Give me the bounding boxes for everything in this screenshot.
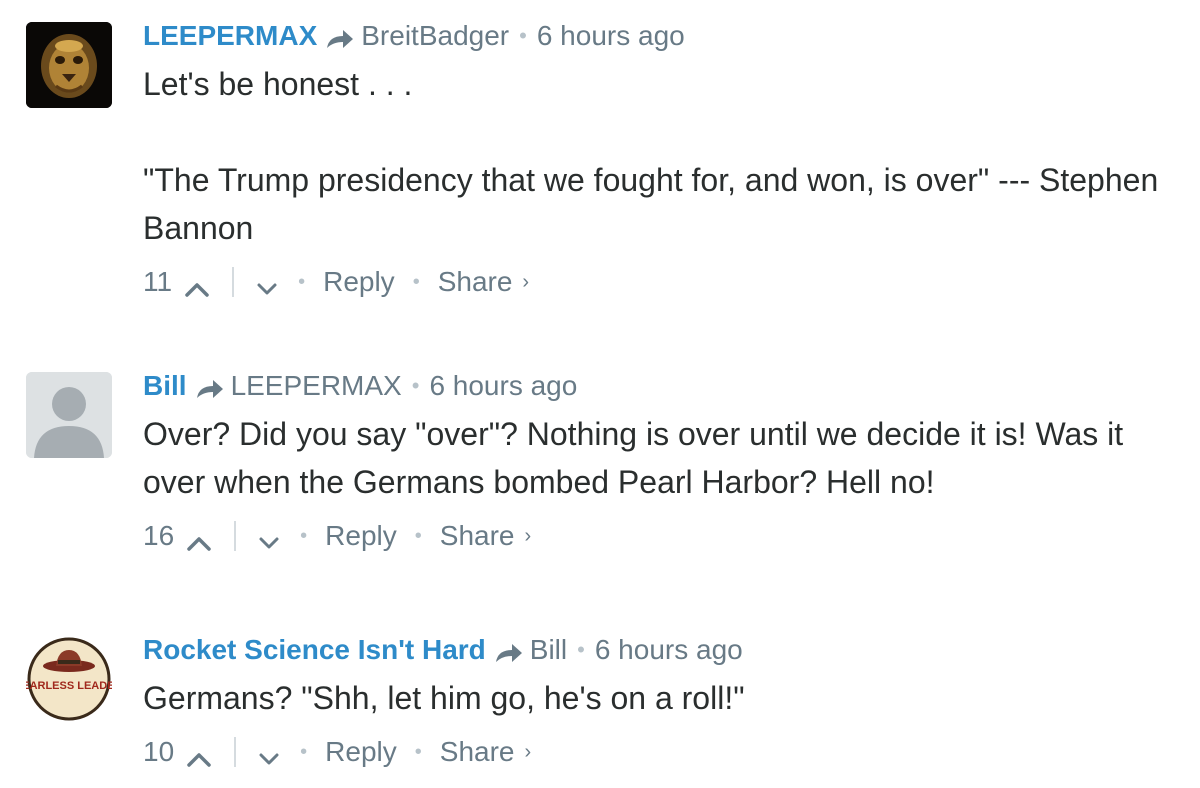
comment-header: LEEPERMAX BreitBadger • 6 hours ago: [143, 20, 1183, 52]
share-button[interactable]: Share: [438, 266, 513, 298]
comment-body: Let's be honest . . . "The Trump preside…: [143, 60, 1183, 252]
footer-separator: •: [414, 524, 422, 547]
comment-paragraph: Let's be honest . . .: [143, 66, 413, 102]
share-chevron-icon: ›: [524, 524, 532, 547]
share-button[interactable]: Share: [440, 520, 515, 552]
comment-content: Bill LEEPERMAX • 6 hours ago Over? Did y…: [143, 370, 1183, 556]
vote-divider: [234, 737, 237, 767]
lion-head-avatar-icon[interactable]: [26, 22, 112, 108]
downvote-icon[interactable]: [254, 273, 280, 295]
downvote-icon[interactable]: [256, 527, 282, 549]
vote-count: 16: [143, 520, 175, 551]
share-button[interactable]: Share: [440, 736, 515, 768]
reply-button[interactable]: Reply: [325, 736, 397, 768]
parent-author-link[interactable]: LEEPERMAX: [231, 370, 402, 402]
reply-arrow-icon: [325, 25, 355, 48]
vote-divider: [234, 521, 237, 551]
footer-separator: •: [300, 524, 308, 547]
comment-footer: 10 • Reply • Share ›: [143, 732, 1183, 772]
comment-header: Rocket Science Isn't Hard Bill • 6 hours…: [143, 634, 1183, 666]
reply-arrow-icon: [195, 375, 225, 398]
upvote-icon[interactable]: [184, 273, 210, 297]
author-name-link[interactable]: Rocket Science Isn't Hard: [143, 634, 486, 666]
parent-author-link[interactable]: BreitBadger: [361, 20, 509, 52]
comment-paragraph: Germans? "Shh, let him go, he's on a rol…: [143, 680, 745, 716]
footer-separator: •: [300, 740, 308, 763]
vote-count: 11: [143, 266, 173, 297]
upvote-icon[interactable]: [186, 527, 212, 551]
comment-content: LEEPERMAX BreitBadger • 6 hours ago Let'…: [143, 20, 1183, 302]
footer-separator: •: [412, 270, 420, 293]
author-name-link[interactable]: LEEPERMAX: [143, 20, 317, 52]
fearless-leader-badge-icon[interactable]: FEARLESS LEADER: [26, 636, 112, 722]
default-user-avatar-icon[interactable]: [26, 372, 112, 458]
badge-text: FEARLESS LEADER: [26, 680, 112, 692]
comment-content: Rocket Science Isn't Hard Bill • 6 hours…: [143, 634, 1183, 772]
reply-button[interactable]: Reply: [325, 520, 397, 552]
meta-separator: •: [411, 373, 420, 398]
timestamp-link[interactable]: 6 hours ago: [595, 634, 743, 666]
timestamp-link[interactable]: 6 hours ago: [537, 20, 685, 52]
upvote-icon[interactable]: [186, 743, 212, 767]
reply-arrow-icon: [494, 639, 524, 662]
comment-paragraph: Over? Did you say "over"? Nothing is ove…: [143, 416, 1124, 500]
share-chevron-icon: ›: [524, 740, 532, 763]
comment-header: Bill LEEPERMAX • 6 hours ago: [143, 370, 1183, 402]
downvote-icon[interactable]: [256, 743, 282, 765]
vote-divider: [232, 267, 235, 297]
comment-body: Germans? "Shh, let him go, he's on a rol…: [143, 674, 1183, 722]
parent-author-link[interactable]: Bill: [530, 634, 567, 666]
timestamp-link[interactable]: 6 hours ago: [429, 370, 577, 402]
share-chevron-icon: ›: [522, 270, 530, 293]
comment-paragraph: "The Trump presidency that we fought for…: [143, 162, 1159, 246]
meta-separator: •: [577, 637, 585, 662]
footer-separator: •: [414, 740, 422, 763]
author-name-link[interactable]: Bill: [143, 370, 187, 402]
comment-footer: 11 • Reply • Share ›: [143, 262, 1183, 302]
vote-count: 10: [143, 736, 175, 767]
meta-separator: •: [519, 23, 527, 48]
reply-button[interactable]: Reply: [323, 266, 395, 298]
comment-footer: 16 • Reply • Share ›: [143, 516, 1183, 556]
comment-body: Over? Did you say "over"? Nothing is ove…: [143, 410, 1163, 506]
footer-separator: •: [298, 270, 306, 293]
